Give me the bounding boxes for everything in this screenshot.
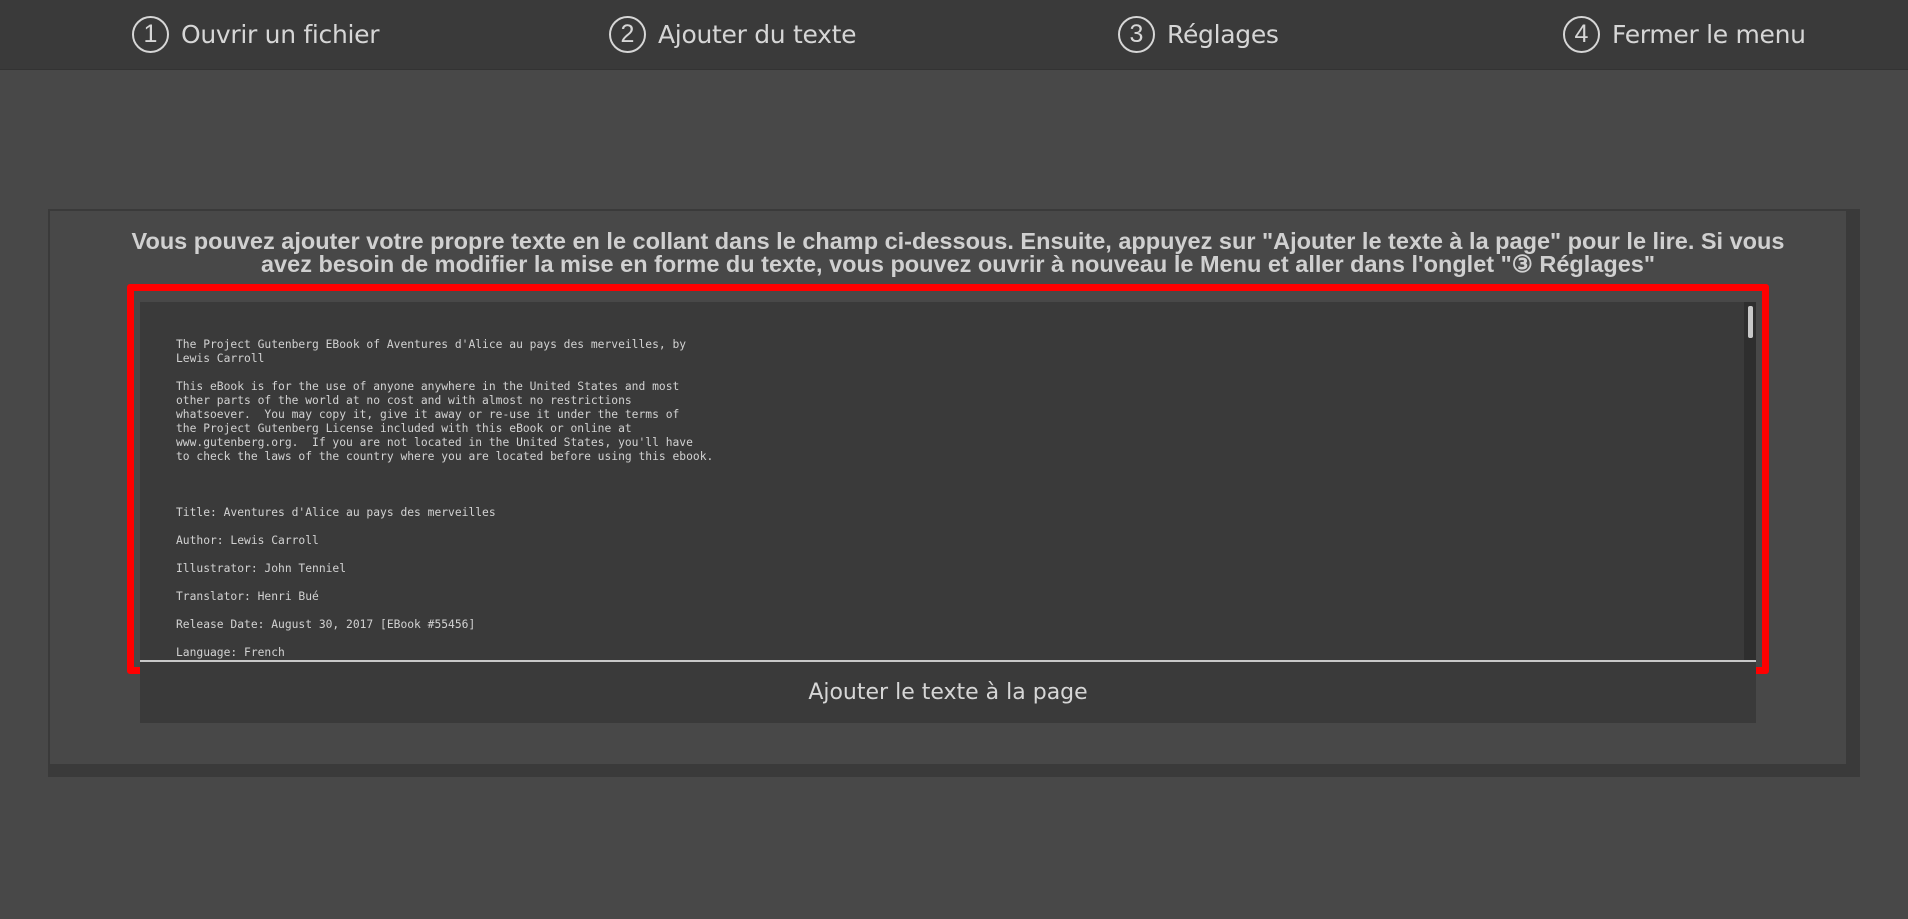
menu-item-label: Ouvrir un fichier (181, 19, 380, 49)
step-number-badge: 2 (609, 15, 646, 53)
menu-item-open-file[interactable]: 1 Ouvrir un fichier (132, 14, 380, 54)
step-number-badge: 3 (1118, 15, 1155, 53)
textarea-scrollbar-thumb[interactable] (1748, 306, 1753, 338)
step-number-badge: 1 (132, 15, 169, 53)
step-number-badge: 4 (1563, 15, 1600, 53)
textarea-scrollbar[interactable] (1744, 302, 1756, 660)
menu-item-close-menu[interactable]: 4 Fermer le menu (1563, 14, 1806, 54)
panel-scrollbar[interactable] (1848, 209, 1860, 764)
top-menu-bar: 1 Ouvrir un fichier 2 Ajouter du texte 3… (0, 0, 1908, 70)
text-input-area[interactable]: The Project Gutenberg EBook of Aventures… (140, 302, 1756, 662)
instruction-text: Vous pouvez ajouter votre propre texte e… (131, 228, 1785, 277)
menu-item-label: Ajouter du texte (658, 19, 857, 49)
menu-item-settings[interactable]: 3 Réglages (1118, 14, 1279, 54)
text-input-value[interactable]: The Project Gutenberg EBook of Aventures… (176, 338, 1676, 660)
menu-item-add-text[interactable]: 2 Ajouter du texte (609, 14, 856, 54)
menu-item-label: Fermer le menu (1612, 19, 1806, 49)
menu-item-label: Réglages (1167, 19, 1279, 49)
add-text-to-page-button[interactable]: Ajouter le texte à la page (140, 662, 1756, 723)
